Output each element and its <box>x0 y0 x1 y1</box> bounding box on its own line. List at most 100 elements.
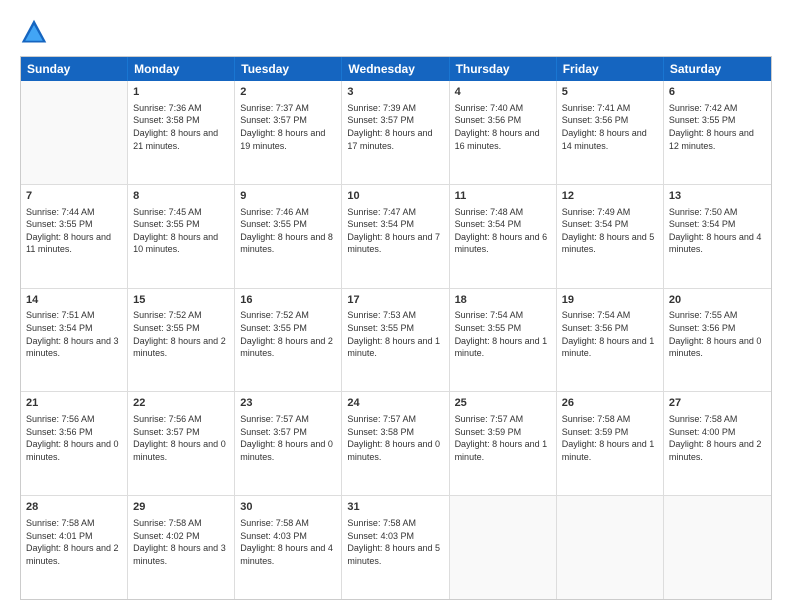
calendar-cell: 28 Sunrise: 7:58 AM Sunset: 4:01 PM Dayli… <box>21 496 128 599</box>
calendar-cell <box>450 496 557 599</box>
day-number: 2 <box>240 85 336 100</box>
sun-info: Sunrise: 7:49 AM Sunset: 3:54 PM Dayligh… <box>562 206 658 256</box>
calendar-row-5: 28 Sunrise: 7:58 AM Sunset: 4:01 PM Dayli… <box>21 496 771 599</box>
sun-info: Sunrise: 7:42 AM Sunset: 3:55 PM Dayligh… <box>669 102 766 152</box>
sun-info: Sunrise: 7:58 AM Sunset: 4:00 PM Dayligh… <box>669 413 766 463</box>
sun-info: Sunrise: 7:58 AM Sunset: 4:02 PM Dayligh… <box>133 517 229 567</box>
calendar-cell: 3Sunrise: 7:39 AM Sunset: 3:57 PM Daylig… <box>342 81 449 184</box>
calendar-cell: 1Sunrise: 7:36 AM Sunset: 3:58 PM Daylig… <box>128 81 235 184</box>
day-number: 17 <box>347 293 443 308</box>
sun-info: Sunrise: 7:56 AM Sunset: 3:57 PM Dayligh… <box>133 413 229 463</box>
sun-info: Sunrise: 7:58 AM Sunset: 4:03 PM Dayligh… <box>347 517 443 567</box>
sun-info: Sunrise: 7:53 AM Sunset: 3:55 PM Dayligh… <box>347 309 443 359</box>
day-header-monday: Monday <box>128 57 235 81</box>
sun-info: Sunrise: 7:46 AM Sunset: 3:55 PM Dayligh… <box>240 206 336 256</box>
calendar-cell: 27 Sunrise: 7:58 AM Sunset: 4:00 PM Dayli… <box>664 392 771 495</box>
day-number: 24 <box>347 396 443 411</box>
day-number: 5 <box>562 85 658 100</box>
sun-info: Sunrise: 7:57 AM Sunset: 3:57 PM Dayligh… <box>240 413 336 463</box>
sun-info: Sunrise: 7:39 AM Sunset: 3:57 PM Dayligh… <box>347 102 443 152</box>
day-header-wednesday: Wednesday <box>342 57 449 81</box>
calendar-cell: 23 Sunrise: 7:57 AM Sunset: 3:57 PM Dayli… <box>235 392 342 495</box>
day-number: 12 <box>562 189 658 204</box>
calendar-cell: 14Sunrise: 7:51 AM Sunset: 3:54 PM Dayli… <box>21 289 128 392</box>
calendar-cell: 30 Sunrise: 7:58 AM Sunset: 4:03 PM Dayli… <box>235 496 342 599</box>
sun-info: Sunrise: 7:55 AM Sunset: 3:56 PM Dayligh… <box>669 309 766 359</box>
sun-info: Sunrise: 7:51 AM Sunset: 3:54 PM Dayligh… <box>26 309 122 359</box>
calendar-cell: 29 Sunrise: 7:58 AM Sunset: 4:02 PM Dayli… <box>128 496 235 599</box>
day-number: 31 <box>347 500 443 515</box>
calendar-body: 1Sunrise: 7:36 AM Sunset: 3:58 PM Daylig… <box>21 81 771 599</box>
header <box>20 18 772 46</box>
calendar-cell: 6 Sunrise: 7:42 AM Sunset: 3:55 PM Daylig… <box>664 81 771 184</box>
calendar-cell: 24 Sunrise: 7:57 AM Sunset: 3:58 PM Dayli… <box>342 392 449 495</box>
day-number: 9 <box>240 189 336 204</box>
day-header-friday: Friday <box>557 57 664 81</box>
sun-info: Sunrise: 7:58 AM Sunset: 4:01 PM Dayligh… <box>26 517 122 567</box>
calendar-cell: 22 Sunrise: 7:56 AM Sunset: 3:57 PM Dayli… <box>128 392 235 495</box>
day-number: 15 <box>133 293 229 308</box>
calendar-cell: 4 Sunrise: 7:40 AM Sunset: 3:56 PM Daylig… <box>450 81 557 184</box>
calendar-row-4: 21Sunrise: 7:56 AM Sunset: 3:56 PM Dayli… <box>21 392 771 496</box>
day-number: 29 <box>133 500 229 515</box>
sun-info: Sunrise: 7:36 AM Sunset: 3:58 PM Dayligh… <box>133 102 229 152</box>
calendar-cell: 25Sunrise: 7:57 AM Sunset: 3:59 PM Dayli… <box>450 392 557 495</box>
calendar: SundayMondayTuesdayWednesdayThursdayFrid… <box>20 56 772 600</box>
calendar-cell: 9 Sunrise: 7:46 AM Sunset: 3:55 PM Daylig… <box>235 185 342 288</box>
sun-info: Sunrise: 7:54 AM Sunset: 3:56 PM Dayligh… <box>562 309 658 359</box>
day-number: 22 <box>133 396 229 411</box>
calendar-cell: 8 Sunrise: 7:45 AM Sunset: 3:55 PM Daylig… <box>128 185 235 288</box>
day-header-thursday: Thursday <box>450 57 557 81</box>
calendar-cell: 11 Sunrise: 7:48 AM Sunset: 3:54 PM Dayli… <box>450 185 557 288</box>
calendar-cell: 26 Sunrise: 7:58 AM Sunset: 3:59 PM Dayli… <box>557 392 664 495</box>
calendar-cell: 20Sunrise: 7:55 AM Sunset: 3:56 PM Dayli… <box>664 289 771 392</box>
sun-info: Sunrise: 7:57 AM Sunset: 3:58 PM Dayligh… <box>347 413 443 463</box>
calendar-cell: 7Sunrise: 7:44 AM Sunset: 3:55 PM Daylig… <box>21 185 128 288</box>
sun-info: Sunrise: 7:58 AM Sunset: 4:03 PM Dayligh… <box>240 517 336 567</box>
logo <box>20 18 50 46</box>
sun-info: Sunrise: 7:52 AM Sunset: 3:55 PM Dayligh… <box>240 309 336 359</box>
sun-info: Sunrise: 7:50 AM Sunset: 3:54 PM Dayligh… <box>669 206 766 256</box>
day-number: 18 <box>455 293 551 308</box>
day-number: 14 <box>26 293 122 308</box>
sun-info: Sunrise: 7:47 AM Sunset: 3:54 PM Dayligh… <box>347 206 443 256</box>
calendar-cell: 16Sunrise: 7:52 AM Sunset: 3:55 PM Dayli… <box>235 289 342 392</box>
sun-info: Sunrise: 7:40 AM Sunset: 3:56 PM Dayligh… <box>455 102 551 152</box>
sun-info: Sunrise: 7:52 AM Sunset: 3:55 PM Dayligh… <box>133 309 229 359</box>
day-number: 10 <box>347 189 443 204</box>
calendar-row-2: 7Sunrise: 7:44 AM Sunset: 3:55 PM Daylig… <box>21 185 771 289</box>
day-number: 6 <box>669 85 766 100</box>
calendar-cell: 12 Sunrise: 7:49 AM Sunset: 3:54 PM Dayli… <box>557 185 664 288</box>
sun-info: Sunrise: 7:48 AM Sunset: 3:54 PM Dayligh… <box>455 206 551 256</box>
day-header-tuesday: Tuesday <box>235 57 342 81</box>
calendar-cell <box>557 496 664 599</box>
day-number: 28 <box>26 500 122 515</box>
day-number: 27 <box>669 396 766 411</box>
sun-info: Sunrise: 7:37 AM Sunset: 3:57 PM Dayligh… <box>240 102 336 152</box>
day-number: 25 <box>455 396 551 411</box>
day-number: 20 <box>669 293 766 308</box>
sun-info: Sunrise: 7:58 AM Sunset: 3:59 PM Dayligh… <box>562 413 658 463</box>
calendar-cell <box>21 81 128 184</box>
sun-info: Sunrise: 7:56 AM Sunset: 3:56 PM Dayligh… <box>26 413 122 463</box>
day-number: 30 <box>240 500 336 515</box>
day-number: 11 <box>455 189 551 204</box>
day-number: 4 <box>455 85 551 100</box>
calendar-cell: 13 Sunrise: 7:50 AM Sunset: 3:54 PM Dayli… <box>664 185 771 288</box>
day-number: 7 <box>26 189 122 204</box>
day-number: 16 <box>240 293 336 308</box>
calendar-cell <box>664 496 771 599</box>
day-number: 26 <box>562 396 658 411</box>
day-header-sunday: Sunday <box>21 57 128 81</box>
page: SundayMondayTuesdayWednesdayThursdayFrid… <box>0 0 792 612</box>
day-number: 23 <box>240 396 336 411</box>
day-number: 8 <box>133 189 229 204</box>
calendar-cell: 18Sunrise: 7:54 AM Sunset: 3:55 PM Dayli… <box>450 289 557 392</box>
day-number: 13 <box>669 189 766 204</box>
calendar-cell: 17Sunrise: 7:53 AM Sunset: 3:55 PM Dayli… <box>342 289 449 392</box>
logo-icon <box>20 18 48 46</box>
sun-info: Sunrise: 7:45 AM Sunset: 3:55 PM Dayligh… <box>133 206 229 256</box>
sun-info: Sunrise: 7:41 AM Sunset: 3:56 PM Dayligh… <box>562 102 658 152</box>
sun-info: Sunrise: 7:54 AM Sunset: 3:55 PM Dayligh… <box>455 309 551 359</box>
day-number: 19 <box>562 293 658 308</box>
